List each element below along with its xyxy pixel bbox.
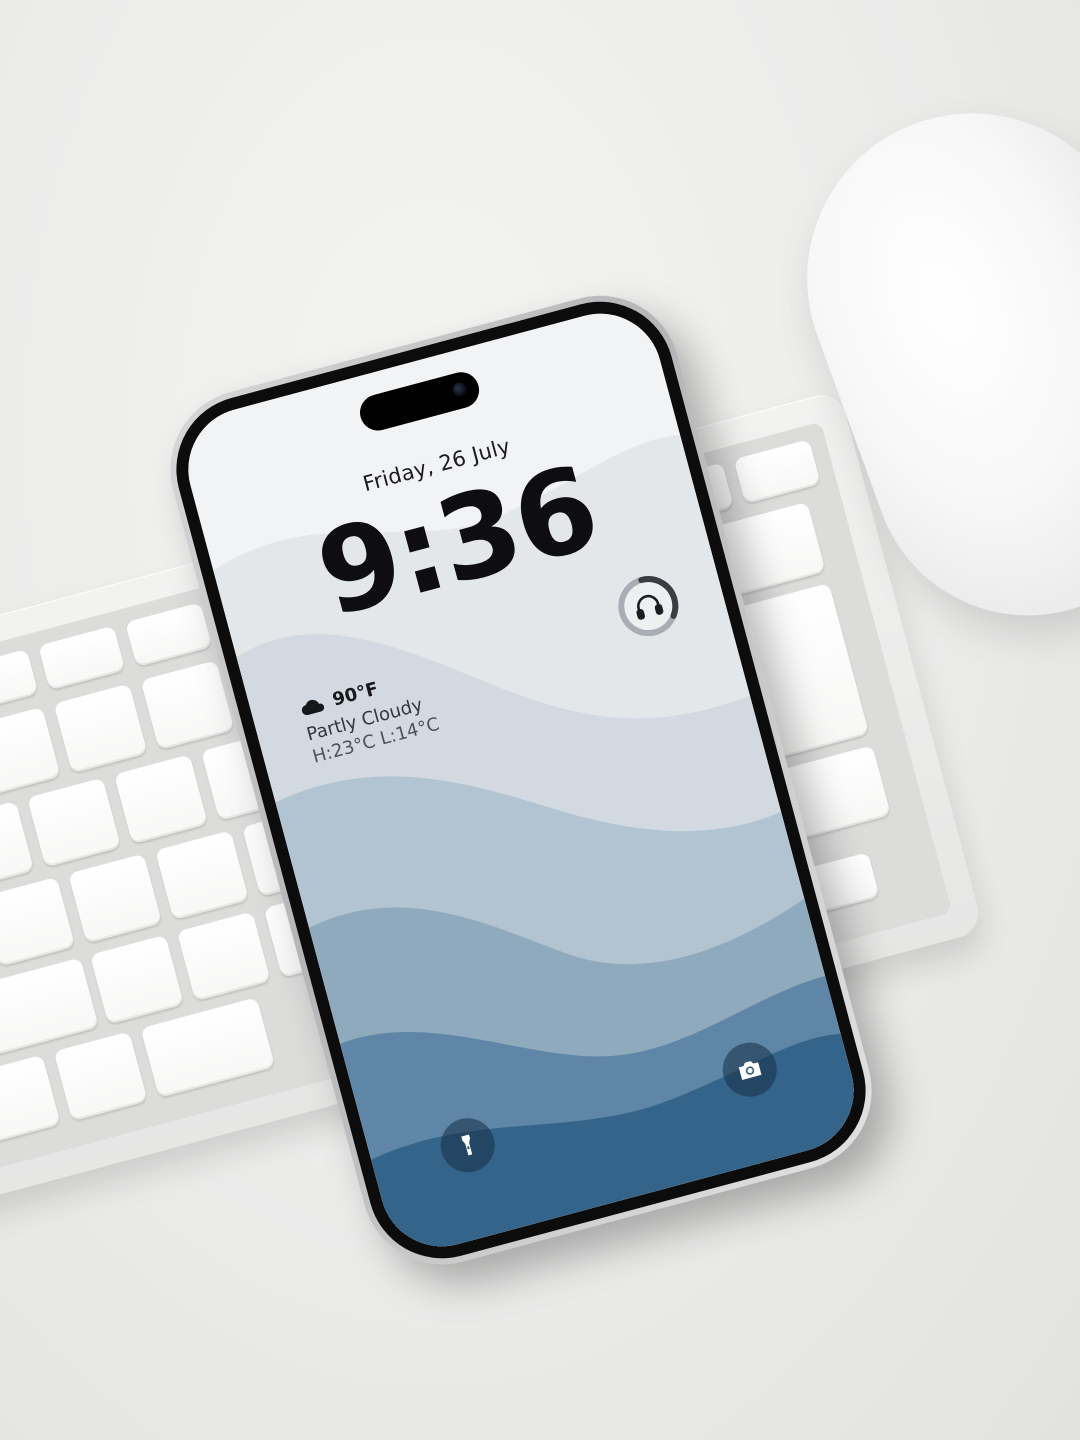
cloud-icon — [301, 699, 325, 715]
front-camera-icon — [451, 380, 469, 399]
camera-icon — [738, 1061, 762, 1080]
flashlight-icon — [461, 1134, 473, 1156]
desk-scene: Friday, 26 July 9:36 90°F Partly Cloudy … — [0, 0, 1080, 1440]
